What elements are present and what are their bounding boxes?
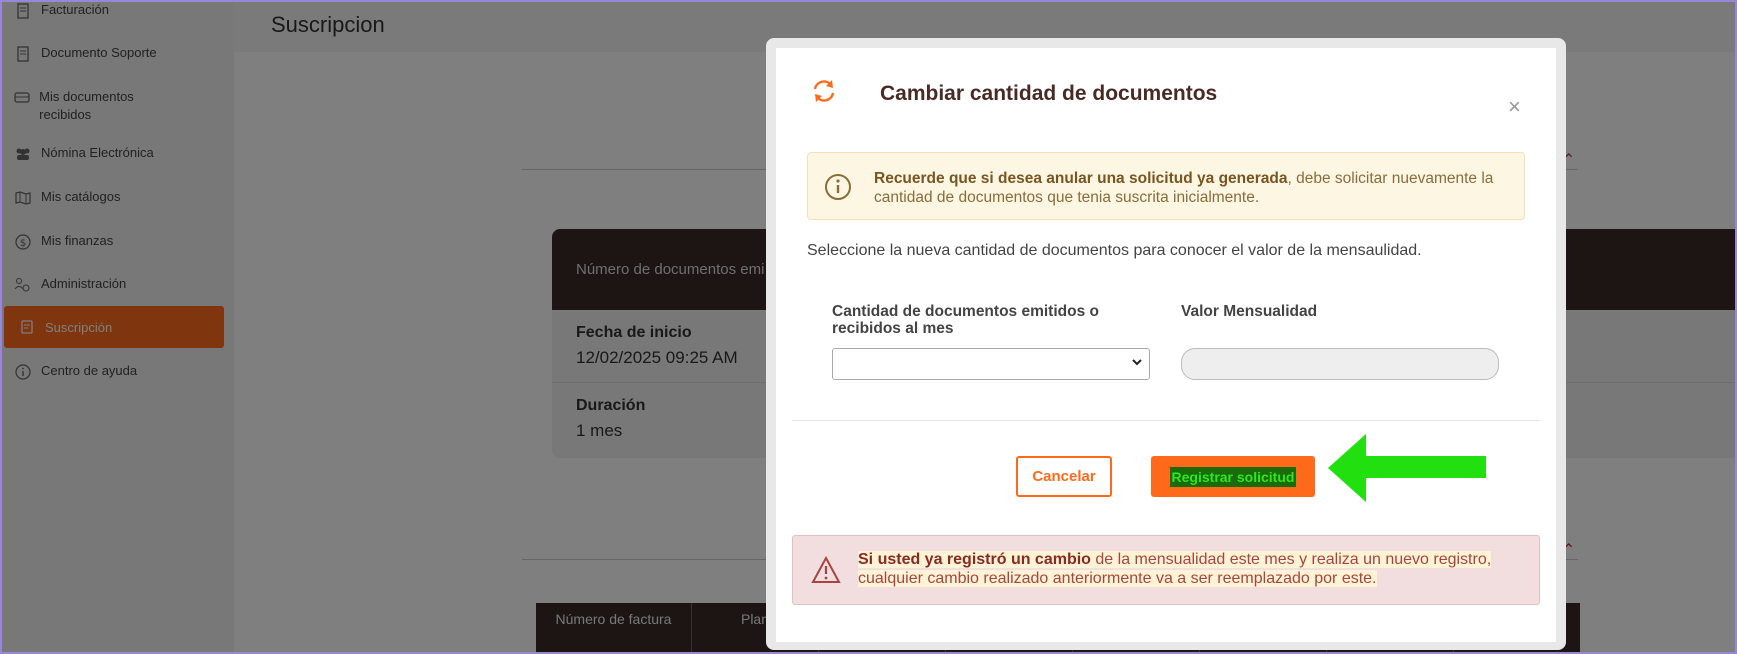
monthly-value-field — [1181, 348, 1499, 380]
warning-alert-text: Si usted ya registró un cambio de la men… — [858, 550, 1498, 588]
warning-triangle-icon — [811, 555, 841, 589]
info-circle-icon — [824, 173, 852, 206]
warning-alert: Si usted ya registró un cambio de la men… — [792, 535, 1540, 605]
warning-alert-bold: Si usted ya registró un cambio — [858, 551, 1091, 568]
annotation-arrow-icon — [1328, 432, 1488, 509]
close-icon[interactable]: × — [1508, 94, 1521, 120]
instruction-text: Seleccione la nueva cantidad de document… — [807, 242, 1422, 259]
chevron-down-icon — [1131, 355, 1143, 370]
info-alert-text: Recuerde que si desea anular una solicit… — [874, 169, 1494, 207]
monthly-value-label: Valor Mensualidad — [1181, 303, 1318, 320]
register-request-label: Registrar solicitud — [1169, 466, 1297, 487]
refresh-icon — [810, 78, 838, 109]
modal-title: Cambiar cantidad de documentos — [880, 82, 1218, 105]
info-alert-bold: Recuerde que si desea anular una solicit… — [874, 170, 1288, 187]
modal-divider — [792, 420, 1540, 421]
register-request-button[interactable]: Registrar solicitud — [1151, 456, 1315, 497]
quantity-label: Cantidad de documentos emitidos o recibi… — [832, 303, 1099, 337]
info-alert: Recuerde que si desea anular una solicit… — [807, 152, 1525, 220]
cancel-button[interactable]: Cancelar — [1016, 456, 1112, 497]
quantity-select[interactable] — [832, 348, 1150, 380]
